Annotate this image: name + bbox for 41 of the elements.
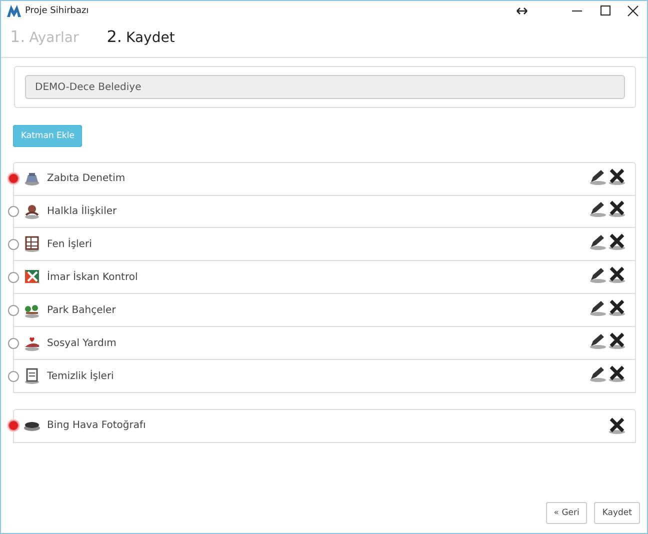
pencil-icon[interactable] (589, 299, 607, 317)
radio-button[interactable] (8, 338, 19, 349)
layer-icon (23, 268, 41, 286)
layer-icon (23, 367, 41, 385)
footer-button[interactable]: Kaydet (594, 502, 640, 524)
window-title: Proje Sihirbazı (25, 6, 89, 16)
delete-icon[interactable] (608, 416, 626, 434)
delete-icon[interactable] (608, 233, 626, 251)
radio-button[interactable] (8, 173, 19, 184)
pencil-icon[interactable] (589, 332, 607, 350)
pencil-icon[interactable] (589, 200, 607, 218)
layer-name: Sosyal Yardım (47, 338, 118, 348)
pencil-icon[interactable] (589, 266, 607, 284)
radio-button[interactable] (8, 305, 19, 316)
layer-name: Park Bahçeler (47, 304, 117, 316)
radio-button[interactable] (8, 272, 19, 283)
radio-button[interactable] (8, 206, 19, 217)
delete-icon[interactable] (608, 168, 626, 186)
radio-button[interactable] (8, 420, 19, 431)
delete-icon[interactable] (608, 365, 626, 383)
pencil-icon[interactable] (589, 365, 607, 383)
delete-icon[interactable] (608, 332, 626, 350)
radio-button[interactable] (8, 371, 19, 382)
app-logo-icon (7, 5, 21, 17)
layer-name: Bing Hava Fotoğrafı (47, 420, 147, 431)
wizard-step[interactable]: 2. Kaydet (106, 27, 175, 57)
footer-button[interactable]: « Geri (546, 502, 588, 524)
layer-icon (23, 202, 41, 220)
project-name-field[interactable]: DEMO-Dece Belediye (25, 75, 625, 99)
layer-name: Halkla İlişkiler (47, 206, 118, 216)
pencil-icon[interactable] (589, 233, 607, 251)
layer-name: Zabıta Denetim (47, 173, 126, 184)
delete-icon[interactable] (608, 266, 626, 284)
delete-icon[interactable] (608, 200, 626, 218)
radio-button[interactable] (8, 239, 19, 250)
layer-name: Temizlik İşleri (47, 370, 115, 382)
layer-name: Fen İşleri (47, 238, 93, 250)
delete-icon[interactable] (608, 299, 626, 317)
layer-icon (23, 235, 41, 253)
pencil-icon[interactable] (589, 168, 607, 186)
layer-name: İmar İskan Kontrol (47, 272, 139, 282)
